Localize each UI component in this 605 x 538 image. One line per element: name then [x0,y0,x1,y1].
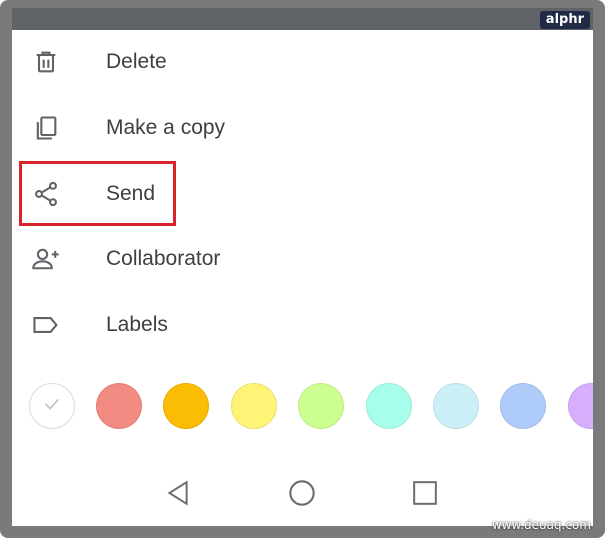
watermark-url: www.deuaq.com [491,518,591,532]
share-icon [30,178,62,210]
screen: alphr Delete Make a copy Send Collaborat… [12,8,593,526]
label-icon [30,309,62,341]
color-swatch-blue[interactable] [500,383,546,429]
color-swatch-light-blue[interactable] [433,383,479,429]
person-add-icon [30,243,62,275]
color-swatch-default[interactable] [29,383,75,429]
watermark-logo: alphr [539,11,590,29]
menu-item-send[interactable]: Send [12,166,593,222]
copy-icon [30,112,62,144]
menu-item-delete[interactable]: Delete [12,34,593,90]
color-swatch-purple[interactable] [568,383,593,429]
menu-label-send: Send [106,182,156,205]
check-icon [41,393,63,420]
navigation-bar [12,463,593,526]
menu-label-collaborator: Collaborator [106,247,221,270]
color-swatch-red[interactable] [96,383,142,429]
recents-icon[interactable] [405,473,445,513]
color-swatch-yellow[interactable] [231,383,277,429]
trash-icon [30,46,62,78]
color-swatch-green[interactable] [298,383,344,429]
menu-label-delete: Delete [106,50,167,73]
menu-item-labels[interactable]: Labels [12,297,593,353]
menu-item-collaborator[interactable]: Collaborator [12,231,593,287]
color-swatch-teal[interactable] [366,383,412,429]
menu-label-make-a-copy: Make a copy [106,116,226,139]
menu-item-make-a-copy[interactable]: Make a copy [12,100,593,156]
menu-label-labels: Labels [106,313,168,336]
status-bar [12,8,593,30]
back-icon[interactable] [158,473,198,513]
home-icon[interactable] [282,473,322,513]
color-swatch-orange[interactable] [163,383,209,429]
